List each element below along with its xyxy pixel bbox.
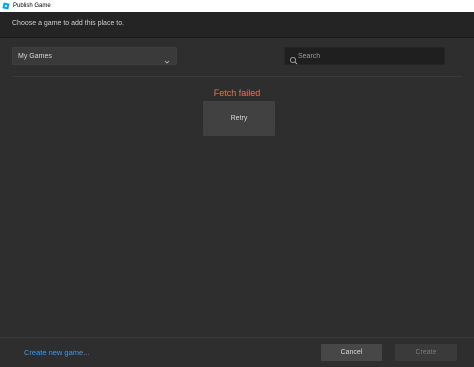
create-button[interactable]: Create bbox=[395, 344, 457, 361]
instruction-bar: Choose a game to add this place to. bbox=[0, 12, 474, 38]
header-divider bbox=[12, 76, 462, 77]
search-box[interactable] bbox=[284, 47, 445, 65]
instruction-text: Choose a game to add this place to. bbox=[12, 20, 125, 27]
fetch-error-message: Fetch failed bbox=[213, 88, 261, 98]
search-icon bbox=[289, 52, 298, 65]
games-filter-selected: My Games bbox=[18, 53, 52, 60]
retry-button[interactable]: Retry bbox=[203, 101, 275, 136]
games-filter-dropdown[interactable]: My Games bbox=[12, 47, 177, 65]
window-title: Publish Game bbox=[13, 3, 51, 9]
search-input[interactable] bbox=[298, 49, 443, 63]
cancel-button[interactable]: Cancel bbox=[321, 344, 382, 361]
footer-divider bbox=[0, 337, 474, 338]
create-new-game-link[interactable]: Create new game... bbox=[24, 348, 89, 357]
chevron-down-icon bbox=[163, 53, 171, 64]
roblox-studio-icon bbox=[2, 2, 10, 10]
title-bar: Publish Game bbox=[0, 0, 474, 12]
